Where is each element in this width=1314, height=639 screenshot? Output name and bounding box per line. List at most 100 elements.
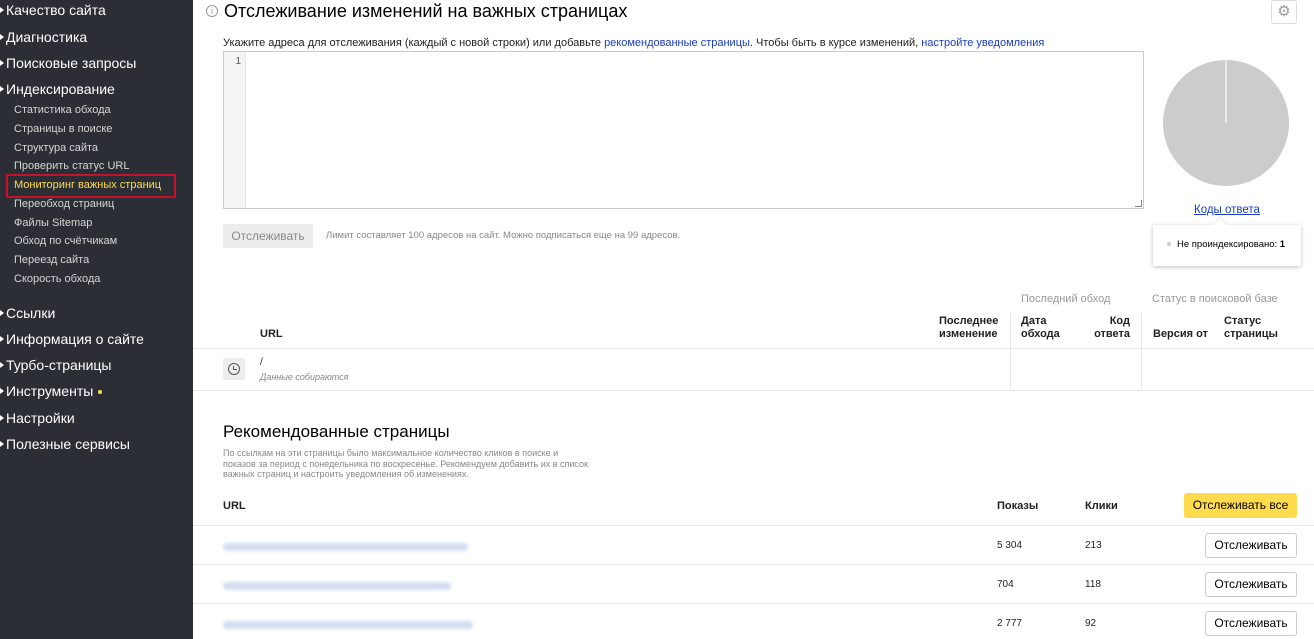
sidebar-subitem-pages-in-search[interactable]: Страницы в поиске: [14, 123, 112, 135]
col-header-last-change: Последнее изменение: [939, 315, 998, 341]
header-line: обхода: [1021, 328, 1060, 340]
triangle-icon: [0, 7, 4, 13]
rec-shows: 5 304: [997, 540, 1023, 551]
sidebar-item-label: Диагностика: [6, 29, 88, 45]
tracked-row-status: Данные собираются: [260, 372, 349, 382]
legend-label: Не проиндексировано:: [1177, 239, 1278, 250]
limit-text: Лимит составляет 100 адресов на сайт. Мо…: [326, 230, 681, 241]
header-line: Код: [1109, 315, 1130, 327]
sidebar-subitem-crawl-speed[interactable]: Скорость обхода: [14, 273, 100, 285]
rec-clicks: 92: [1085, 618, 1097, 629]
sidebar-item-site-info[interactable]: Информация о сайте: [0, 331, 144, 347]
legend-value: 1: [1279, 239, 1286, 250]
sidebar-subitem-sitemap[interactable]: Файлы Sitemap: [14, 217, 92, 229]
sidebar-item-indexing[interactable]: Индексирование: [0, 81, 115, 97]
sidebar-subitem-important-pages[interactable]: Мониторинг важных страниц: [14, 179, 161, 191]
new-dot-icon: [98, 390, 103, 395]
sidebar-subitem-counter-crawl[interactable]: Обход по счётчикам: [14, 235, 117, 247]
header-line: изменение: [939, 328, 998, 340]
recommended-pages-link[interactable]: рекомендованные страницы: [604, 37, 750, 49]
rec-col-header-shows: Показы: [997, 500, 1039, 512]
sidebar-item-label: Индексирование: [6, 81, 115, 97]
triangle-icon: [0, 34, 4, 40]
table-header-divider: [193, 348, 1314, 349]
group-header-search-status: Статус в поисковой базе: [1152, 293, 1278, 305]
clock-icon: [223, 358, 245, 380]
table-row-divider: [193, 390, 1314, 391]
response-codes-pie-chart: [1163, 60, 1289, 186]
col-header-crawl-date: Дата обхода: [1021, 315, 1060, 341]
group-header-last-crawl: Последний обход: [1021, 293, 1111, 305]
track-all-button[interactable]: Отслеживать все: [1184, 493, 1297, 518]
header-line: Последнее: [939, 315, 999, 327]
pie-legend-tooltip: Не проиндексировано: 1: [1153, 217, 1301, 266]
sidebar-item-search-queries[interactable]: Поисковые запросы: [0, 55, 136, 71]
col-header-url: URL: [260, 328, 283, 340]
sidebar-item-settings[interactable]: Настройки: [0, 410, 75, 426]
track-button[interactable]: Отслеживать: [223, 224, 313, 248]
triangle-icon: [0, 60, 4, 66]
hint-middle: . Чтобы быть в курсе изменений,: [749, 37, 922, 49]
line-number-gutter: 1: [224, 52, 246, 208]
sidebar-item-label: Информация о сайте: [6, 331, 144, 347]
sidebar-subitem-site-move[interactable]: Переезд сайта: [14, 254, 89, 266]
tracked-row-url[interactable]: /: [260, 357, 263, 368]
table-header-divider: [193, 525, 1314, 526]
rec-url-blurred[interactable]: [223, 582, 451, 590]
sidebar-item-turbo-pages[interactable]: Турбо-страницы: [0, 357, 111, 373]
triangle-icon: [0, 310, 4, 316]
triangle-icon: [0, 86, 4, 92]
column-divider: [1141, 313, 1142, 390]
header-line: Дата: [1021, 315, 1047, 327]
header-line: Статус: [1224, 315, 1262, 327]
header-line: ответа: [1094, 328, 1130, 340]
notifications-link[interactable]: настройте уведомления: [921, 37, 1044, 49]
sidebar-item-label: Полезные сервисы: [6, 436, 130, 452]
triangle-icon: [0, 415, 4, 421]
info-icon[interactable]: i: [206, 5, 218, 17]
sidebar-subitem-crawl-stats[interactable]: Статистика обхода: [14, 104, 111, 116]
triangle-icon: [0, 336, 4, 342]
triangle-icon: [0, 362, 4, 368]
sidebar-subitem-site-structure[interactable]: Структура сайта: [14, 142, 98, 154]
resize-handle[interactable]: [1135, 200, 1142, 207]
sidebar-item-label: Инструменты: [6, 383, 94, 399]
rec-url-blurred[interactable]: [223, 621, 473, 629]
settings-button[interactable]: ⚙: [1271, 0, 1297, 24]
rec-col-header-clicks: Клики: [1085, 500, 1118, 512]
track-row-button[interactable]: Отслеживать: [1205, 572, 1297, 597]
sidebar-item-useful-services[interactable]: Полезные сервисы: [0, 436, 130, 452]
sidebar-item-label: Поисковые запросы: [6, 55, 137, 71]
header-line: страницы: [1224, 328, 1278, 340]
sidebar-item-site-quality[interactable]: Качество сайта: [0, 2, 106, 18]
rec-col-header-url: URL: [223, 500, 246, 512]
rec-url-blurred[interactable]: [223, 543, 468, 551]
sidebar-item-diagnostics[interactable]: Диагностика: [0, 29, 87, 45]
col-header-page-status: Статус страницы: [1224, 315, 1278, 341]
table-row-divider: [193, 564, 1314, 565]
page-title: Отслеживание изменений на важных страниц…: [224, 1, 628, 21]
sidebar-item-label: Турбо-страницы: [6, 357, 112, 373]
track-row-button[interactable]: Отслеживать: [1205, 533, 1297, 558]
gear-icon: ⚙: [1277, 3, 1291, 20]
line-number: 1: [235, 56, 241, 67]
main-content: i Отслеживание изменений на важных стран…: [193, 0, 1314, 639]
hint-text: Укажите адреса для отслеживания (каждый …: [223, 37, 1044, 49]
column-divider: [1010, 313, 1011, 390]
url-editor[interactable]: 1: [223, 51, 1144, 209]
sidebar-subitem-check-url[interactable]: Проверить статус URL: [14, 160, 129, 172]
tooltip-arrow: [1212, 217, 1228, 233]
sidebar-subitem-recrawl[interactable]: Переобход страниц: [14, 198, 114, 210]
col-header-response-code: Код ответа: [1092, 315, 1130, 341]
response-codes-link[interactable]: Коды ответа: [1194, 204, 1260, 216]
recommended-title: Рекомендованные страницы: [223, 422, 450, 441]
sidebar-item-label: Качество сайта: [6, 2, 106, 18]
table-row-divider: [193, 603, 1314, 604]
legend-entry: Не проиндексировано: 1: [1167, 239, 1285, 250]
rec-clicks: 213: [1085, 540, 1102, 551]
legend-bullet-icon: [1167, 242, 1171, 247]
sidebar-item-links[interactable]: Ссылки: [0, 305, 55, 321]
track-row-button[interactable]: Отслеживать: [1205, 611, 1297, 636]
rec-shows: 704: [997, 579, 1014, 590]
sidebar-item-tools[interactable]: Инструменты: [0, 383, 103, 399]
